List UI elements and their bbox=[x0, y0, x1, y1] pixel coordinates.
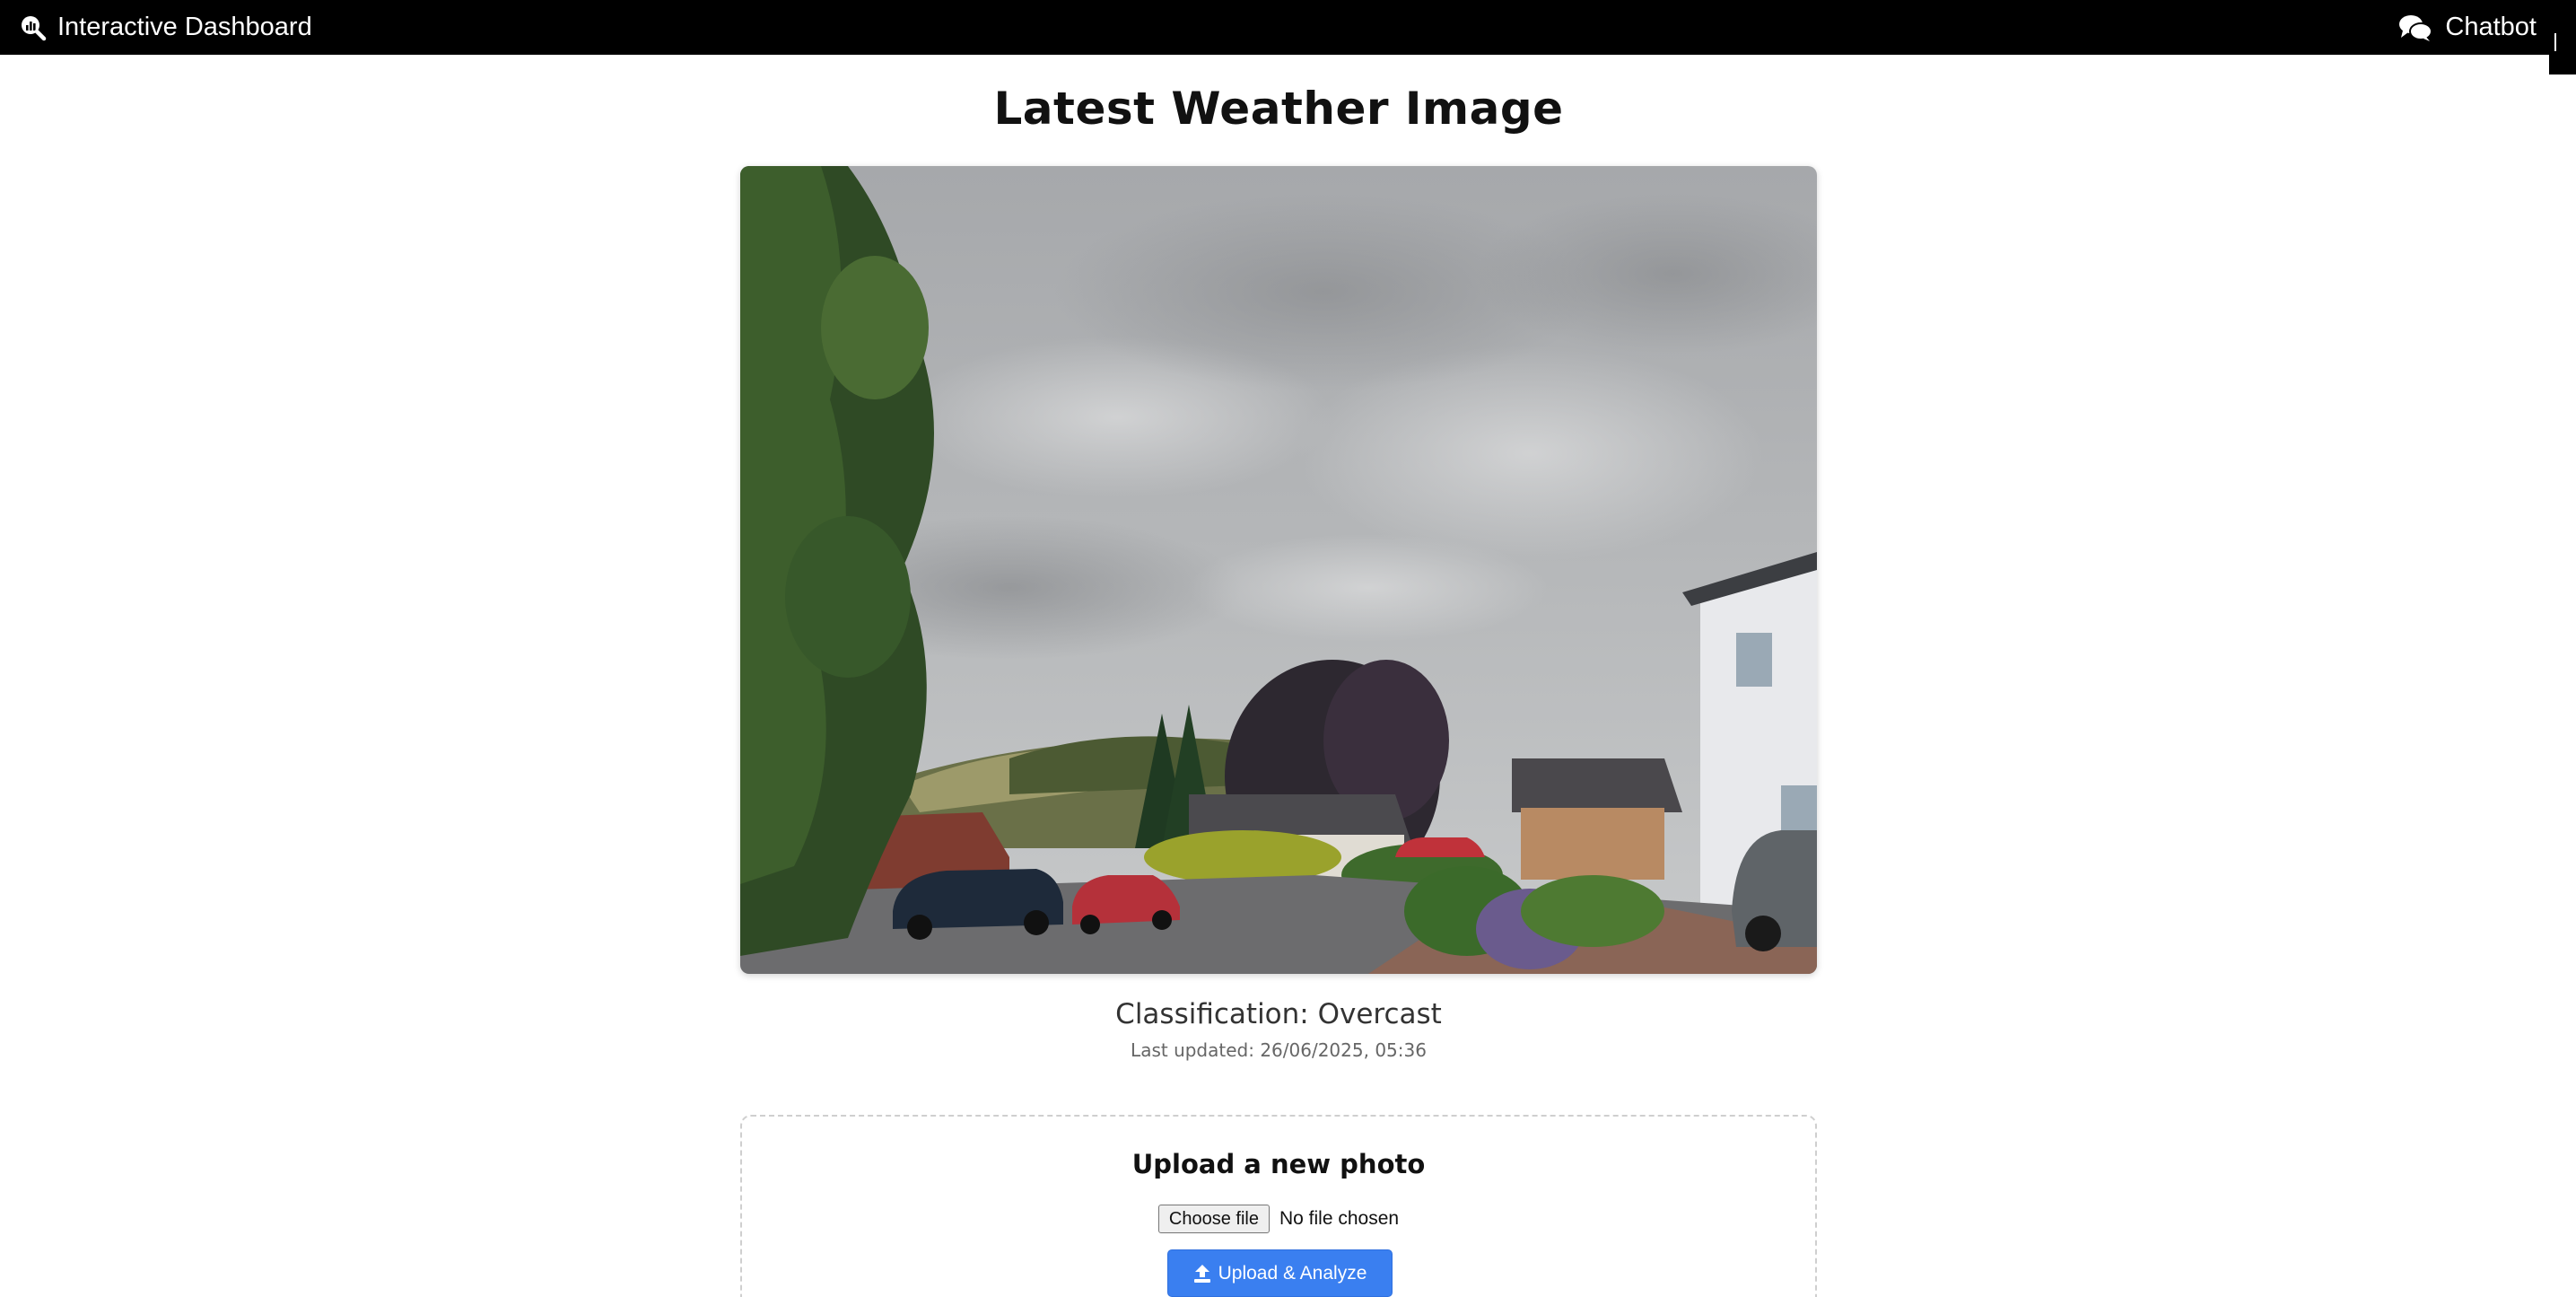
top-navbar: Interactive Dashboard Chatbot bbox=[0, 0, 2576, 55]
choose-file-button[interactable]: Choose file bbox=[1157, 1205, 1270, 1233]
file-input[interactable]: Choose file No file chosen bbox=[742, 1205, 1815, 1233]
brand-title: Interactive Dashboard bbox=[57, 13, 312, 41]
page-title: Latest Weather Image bbox=[993, 83, 1564, 135]
magnifier-chart-icon bbox=[22, 15, 47, 40]
corner-indicator bbox=[2549, 19, 2576, 74]
upload-icon bbox=[1193, 1264, 1210, 1283]
file-status: No file chosen bbox=[1279, 1208, 1400, 1229]
brand-link[interactable]: Interactive Dashboard bbox=[20, 0, 312, 55]
weather-photo-drawing bbox=[740, 166, 1817, 974]
upload-title: Upload a new photo bbox=[1131, 1149, 1426, 1179]
classification-label: Classification: Overcast bbox=[1115, 998, 1442, 1030]
last-updated-label: Last updated: 26/06/2025, 05:36 bbox=[1131, 1039, 1427, 1061]
upload-analyze-label: Upload & Analyze bbox=[1218, 1262, 1367, 1284]
chatbot-label: Chatbot bbox=[2445, 13, 2537, 41]
weather-photo bbox=[740, 166, 1817, 974]
chatbot-link[interactable]: Chatbot bbox=[2398, 0, 2537, 55]
comments-icon bbox=[2399, 14, 2433, 41]
upload-panel: Upload a new photo Choose file No file c… bbox=[740, 1115, 1817, 1297]
upload-analyze-button[interactable]: Upload & Analyze bbox=[1167, 1249, 1393, 1297]
